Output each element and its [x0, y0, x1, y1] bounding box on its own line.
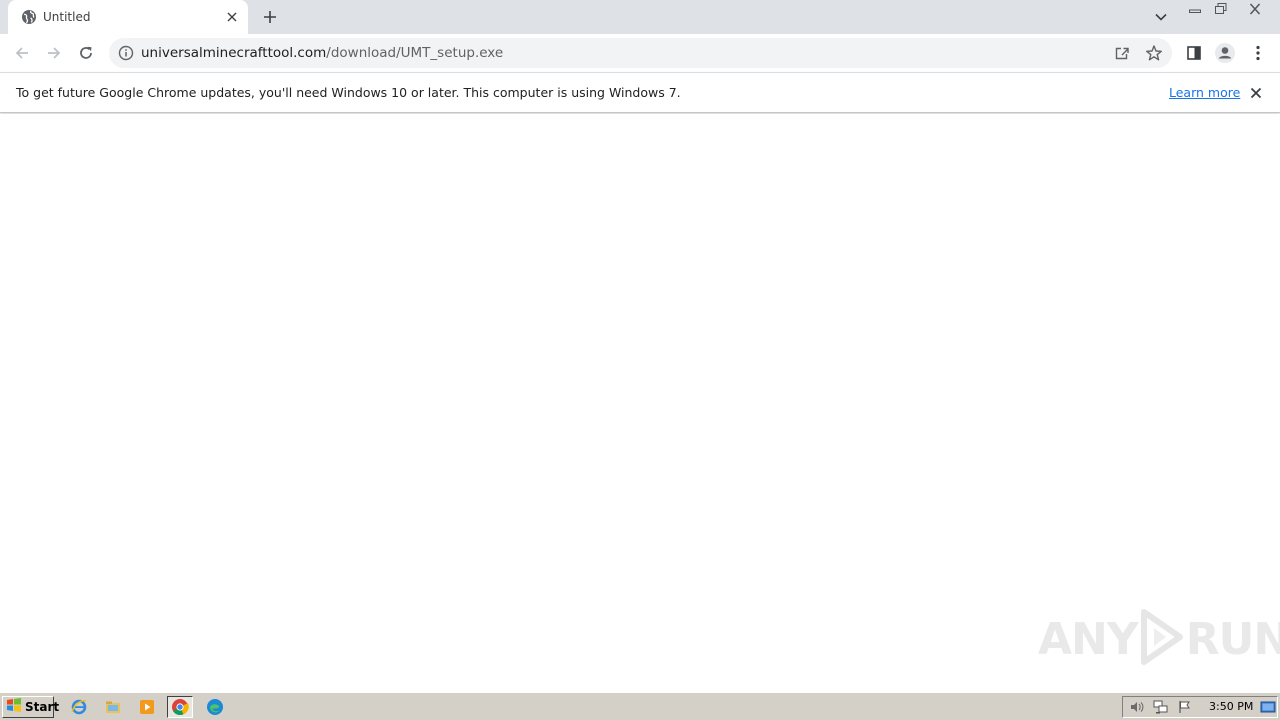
- media-player-icon[interactable]: [134, 696, 160, 718]
- close-tab-icon[interactable]: [224, 9, 240, 25]
- new-tab-icon[interactable]: [260, 7, 280, 27]
- minimize-window-icon[interactable]: [1183, 0, 1207, 18]
- reload-icon[interactable]: [74, 41, 98, 65]
- network-icon[interactable]: [1152, 699, 1170, 715]
- start-button[interactable]: Start: [2, 696, 59, 718]
- show-desktop-icon[interactable]: [1259, 699, 1277, 715]
- url-text[interactable]: universalminecrafttool.com/download/UMT_…: [141, 44, 503, 62]
- globe-icon: [21, 9, 37, 25]
- taskbar: Start 3:50 PM: [0, 692, 1280, 720]
- close-infobar-icon[interactable]: [1247, 84, 1265, 102]
- update-infobar: To get future Google Chrome updates, you…: [0, 72, 1280, 113]
- file-explorer-icon[interactable]: [100, 696, 126, 718]
- forward-arrow-icon[interactable]: [42, 41, 66, 65]
- close-window-icon[interactable]: [1236, 0, 1274, 18]
- learn-more-link[interactable]: Learn more: [1169, 84, 1240, 101]
- windows-logo-icon: [6, 697, 22, 717]
- share-icon[interactable]: [1113, 44, 1131, 62]
- taskbar-clock: 3:50 PM: [1209, 700, 1254, 713]
- info-icon[interactable]: [118, 45, 134, 61]
- infobar-message: To get future Google Chrome updates, you…: [16, 85, 681, 100]
- bookmark-star-icon[interactable]: [1145, 44, 1163, 62]
- address-bar[interactable]: universalminecrafttool.com/download/UMT_…: [109, 38, 1172, 68]
- anyrun-watermark: ANY RUN: [1038, 608, 1280, 670]
- watermark-text-right: RUN: [1185, 613, 1280, 665]
- screen: Untitled universalminecrafttool.com/down…: [0, 0, 1280, 720]
- chevron-down-icon[interactable]: [1152, 8, 1170, 26]
- edge-icon[interactable]: [202, 696, 228, 718]
- tab-title: Untitled: [43, 10, 91, 24]
- internet-explorer-icon[interactable]: [66, 696, 92, 718]
- tab-untitled[interactable]: Untitled: [8, 0, 248, 34]
- tab-strip: Untitled: [0, 0, 1280, 34]
- system-tray: 3:50 PM: [1122, 696, 1278, 718]
- side-panel-icon[interactable]: [1183, 42, 1205, 64]
- profile-avatar-icon[interactable]: [1214, 42, 1236, 64]
- back-arrow-icon[interactable]: [10, 41, 34, 65]
- menu-dots-icon[interactable]: [1247, 42, 1269, 64]
- url-path: /download/UMT_setup.exe: [326, 45, 504, 61]
- page-content: [0, 114, 1280, 692]
- restore-window-icon[interactable]: [1209, 0, 1233, 18]
- start-label: Start: [25, 700, 60, 714]
- chrome-icon[interactable]: [167, 696, 193, 718]
- url-host: universalminecrafttool.com: [141, 45, 327, 61]
- action-center-flag-icon[interactable]: [1176, 699, 1194, 715]
- play-triangle-icon: [1140, 608, 1184, 670]
- volume-icon[interactable]: [1128, 699, 1146, 715]
- watermark-text-left: ANY: [1038, 613, 1139, 665]
- browser-toolbar: universalminecrafttool.com/download/UMT_…: [0, 34, 1280, 72]
